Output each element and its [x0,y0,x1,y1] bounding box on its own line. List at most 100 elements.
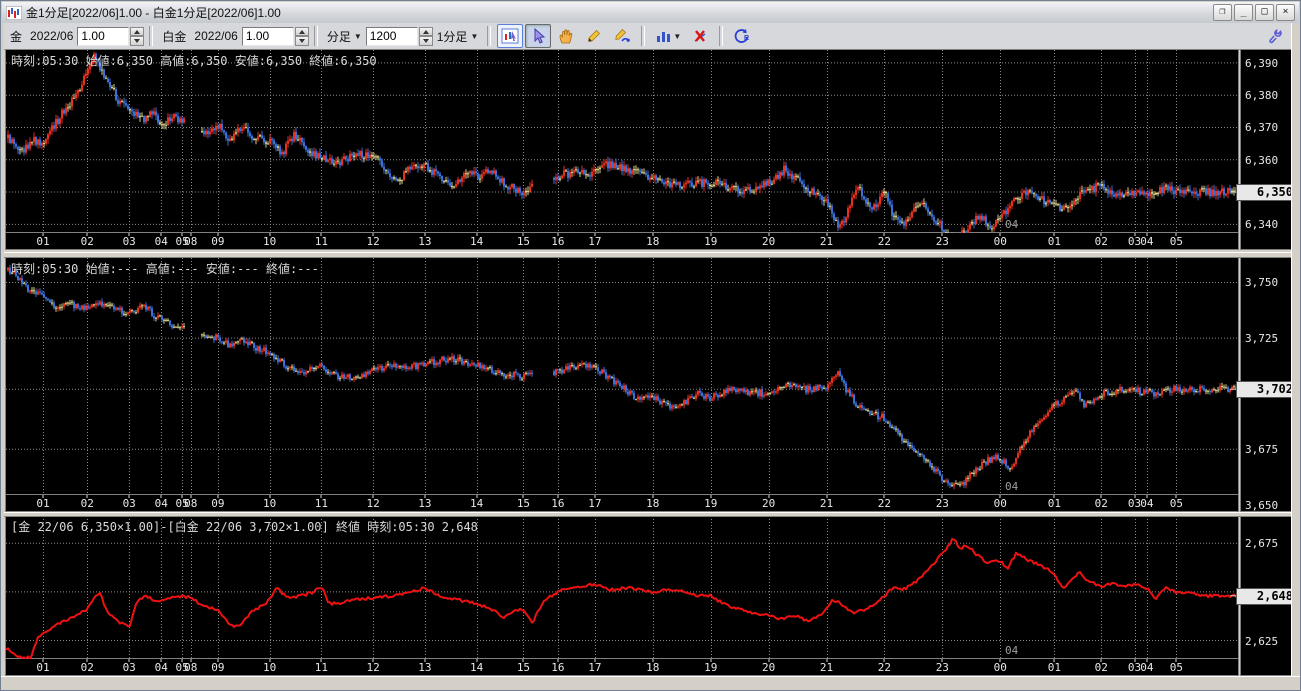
gold-label: 金 [10,29,23,44]
interval-dropdown[interactable]: 1分足 ▼ [433,27,483,46]
gold-contract-value[interactable]: 2022/06 [30,29,73,43]
platinum-x-tick-label: 09 [211,497,225,510]
timeframe-dropdown[interactable]: 分足 ▼ [323,27,366,46]
gold-multiplier-stepper[interactable] [130,26,145,46]
draw-tool-button[interactable] [609,24,635,48]
platinum-contract-value[interactable]: 2022/06 [194,29,237,43]
gold-multiplier-input[interactable] [77,26,130,46]
tick-mark [1175,233,1177,236]
settings-button[interactable] [1263,24,1289,48]
delete-drawings-button[interactable] [687,24,713,48]
tick-mark [1175,659,1177,662]
tick-mark [522,659,524,662]
platinum-x-tick-label: 02 [80,497,94,510]
platinum-current-price-box: 3,702 [1236,381,1299,399]
spread-date-label: 04 [1005,644,1019,657]
float-window-button[interactable]: ❐ [1213,4,1232,21]
gold-x-tick-label: 18 [646,235,660,248]
tick-mark [768,495,770,498]
platinum-chart-canvas[interactable] [6,258,1238,496]
tick-mark [522,233,524,236]
spread-x-tick-label: 13 [418,661,432,674]
spread-x-tick-label: 23 [935,661,949,674]
platinum-x-tick-label: 08 [184,497,198,510]
tick-mark [320,659,322,662]
gold-x-tick-label: 01 [1047,235,1062,248]
tick-mark [160,495,162,498]
chart-type-button[interactable]: ▼ [651,24,685,48]
gold-x-tick-label: 21 [819,235,834,248]
gold-x-tick-label: 11 [314,235,329,248]
tick-mark [128,495,130,498]
tick-mark [128,659,130,662]
platinum-x-tick-label: 14 [469,497,484,510]
tick-mark [1134,495,1135,498]
gold-x-tick-label: 03 [122,235,136,248]
platinum-x-tick-label: 17 [588,497,602,510]
gold-x-tick-label: 09 [211,235,225,248]
tick-mark [710,233,712,236]
select-cursor-button[interactable] [525,24,552,48]
wrench-icon [1269,28,1282,44]
tick-mark [941,495,943,498]
platinum-x-tick-label: 11 [314,497,329,510]
pan-hand-icon [559,29,573,44]
toolbar-separator [719,26,724,46]
tick-mark [1134,233,1135,236]
gold-chart-canvas[interactable] [6,50,1238,234]
gold-date-label: 04 [1005,218,1019,231]
toolbar-separator [641,26,646,46]
gold-x-tick-label: 14 [469,235,484,248]
pan-hand-button[interactable] [553,24,579,48]
close-button[interactable]: × [1276,4,1295,21]
platinum-chart-plot[interactable] [5,257,1239,496]
bar-count-stepper[interactable] [418,26,433,46]
tick-mark [42,233,44,236]
platinum-x-tick-label: 18 [646,497,660,510]
tick-mark [1100,233,1102,236]
tick-mark [476,233,478,236]
tick-mark [557,233,559,236]
chart-window: 金1分足[2022/06]1.00 - 白金1分足[2022/06]1.00 ❐… [0,0,1301,691]
gold-x-tick-label: 08 [184,235,198,248]
gold-x-tick-label: 23 [935,235,949,248]
tick-mark [269,495,271,498]
spread-chart-plot[interactable] [5,515,1239,660]
spread-x-tick-label: 04 [154,661,168,674]
pane-splitter[interactable] [1,252,1300,258]
platinum-x-tick-label: 16 [551,497,565,510]
pencil-button[interactable] [581,24,607,48]
tick-mark [190,659,192,662]
chart-cursor-button[interactable] [497,24,524,48]
pane-splitter[interactable] [1,512,1300,517]
tick-mark [999,659,1001,662]
platinum-multiplier-stepper[interactable] [294,26,309,46]
app-icon [6,5,22,20]
spread-chart-canvas[interactable] [6,516,1238,660]
gold-x-tick-label: 13 [418,235,432,248]
tick-mark [941,233,943,236]
select-cursor-icon [534,28,546,44]
spread-x-tick-label: 17 [588,661,602,674]
spread-y-tick-label: 2,625 [1245,634,1279,648]
tick-mark [652,233,654,236]
reload-button[interactable]: R [729,24,755,48]
tick-mark [269,659,271,662]
spread-x-tick-label: 21 [819,661,834,674]
gold-x-tick-label: 03 [1127,235,1142,248]
gold-x-tick-label: 04 [1140,235,1154,248]
platinum-multiplier-input[interactable] [241,26,294,46]
platinum-info-readout: 時刻:05:30 始値:--- 高値:--- 安値:--- 終値:--- [11,262,319,276]
tick-mark [652,659,654,662]
tick-mark [1134,659,1135,662]
gold-info-readout: 時刻:05:30 始値:6,350 高値:6,350 安値:6,350 終値:6… [11,54,377,68]
platinum-x-tick-label: 22 [877,497,892,510]
minimize-button[interactable]: _ [1234,4,1253,21]
gold-x-axis: 01 02 03 04 05 08 09 10 11 12 13 14 15 16 17 18 19 20 21 22… [5,233,1239,250]
tick-mark [999,495,1001,498]
spread-x-tick-label: 01 [36,661,50,674]
tick-mark [128,233,130,236]
bar-count-input[interactable] [365,26,418,46]
gold-chart-plot[interactable] [5,49,1239,234]
maximize-button[interactable]: □ [1255,4,1274,21]
